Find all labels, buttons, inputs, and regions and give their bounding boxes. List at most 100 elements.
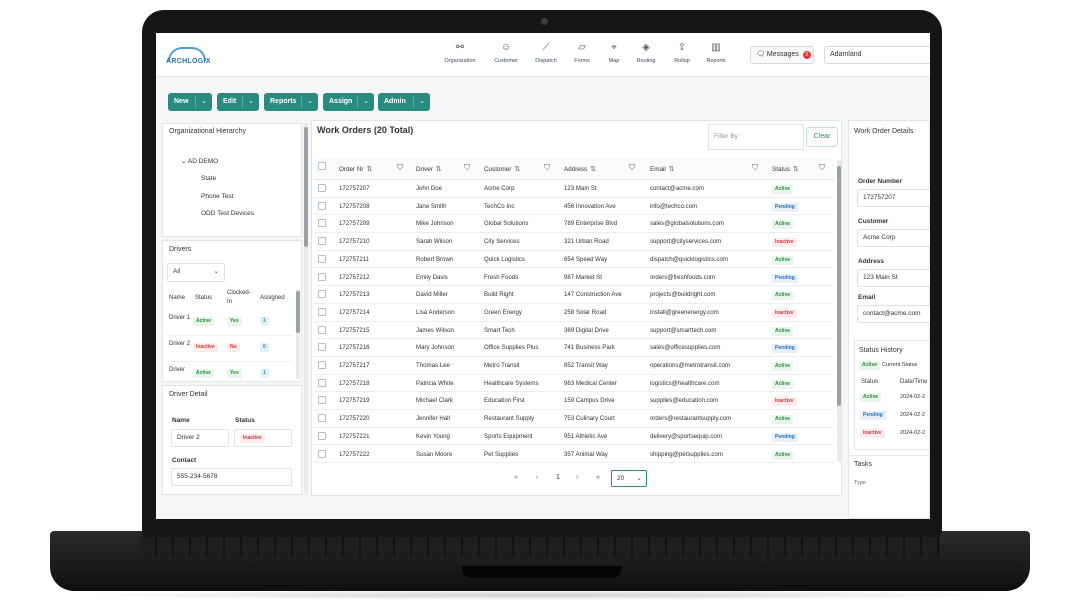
organization-select[interactable]: Adamland — [824, 46, 930, 64]
col-order-nr[interactable]: Order Nr ⇅ — [339, 165, 372, 173]
driver-status-field: Inactive — [234, 429, 292, 447]
work-orders-filter-input[interactable]: Filter By — [708, 124, 804, 150]
work-order-row[interactable]: 172757212 Emily Davis Fresh Foods 987 Marke… — [314, 269, 834, 287]
col-customer[interactable]: Customer ⇅ — [484, 165, 520, 173]
left-column-scroll-thumb[interactable] — [304, 127, 308, 247]
row-checkbox[interactable] — [318, 184, 326, 192]
row-checkbox[interactable] — [318, 343, 326, 352]
driver-clocked: Yes — [227, 317, 242, 326]
select-all-checkbox[interactable] — [318, 162, 326, 170]
order-number-field[interactable]: 172757207 — [857, 189, 930, 207]
row-checkbox[interactable] — [318, 431, 326, 440]
nav-customer[interactable]: ☺ Customer — [486, 42, 526, 64]
nav-routing[interactable]: ◈ Routing — [626, 42, 666, 64]
filter-icon[interactable]: ⛉ — [752, 163, 758, 173]
row-checkbox[interactable] — [318, 325, 326, 334]
cell-order-nr: 172757218 — [339, 379, 370, 387]
driver-contact-field[interactable]: 555-234-5678 — [171, 468, 292, 486]
left-column-scrollbar[interactable] — [304, 123, 308, 493]
edit-button[interactable]: Edit ⌄ — [217, 93, 259, 111]
drivers-filter-select[interactable]: All ⌄ — [167, 263, 225, 282]
work-order-row[interactable]: 172757215 James Wilson Smart Tech 369 Digit… — [314, 322, 834, 340]
row-checkbox[interactable] — [318, 219, 326, 228]
prev-page-button[interactable]: ‹ — [536, 474, 538, 481]
messages-button[interactable]: 🗨 Messages 3 — [750, 46, 814, 64]
status-cell: Inactive — [772, 397, 797, 407]
app-screen: ARCHLOGIX ⚯ Organization ☺ Customer ⟋ Dispatc… — [156, 33, 930, 519]
admin-button[interactable]: Admin ⌄ — [378, 93, 430, 111]
nav-dispatch[interactable]: ⟋ Dispatch — [526, 42, 566, 64]
page-number[interactable]: 1 — [556, 474, 560, 481]
reports-button[interactable]: Reports ⌄ — [264, 93, 318, 111]
nav-organization[interactable]: ⚯ Organization — [440, 42, 480, 64]
driver-name-field[interactable]: Driver 2 — [171, 429, 229, 447]
new-button-label: New — [174, 98, 189, 105]
page-size-select[interactable]: 20 ⌄ — [611, 470, 647, 487]
drivers-scroll-thumb[interactable] — [296, 291, 300, 333]
driver-name[interactable]: Driver 2 — [169, 339, 191, 349]
work-order-row[interactable]: 172757208 Jane Smith TechCo Inc 456 Innovat… — [314, 198, 834, 216]
work-order-row[interactable]: 172757213 David Miller Build Right 147 Cons… — [314, 286, 834, 304]
cell-order-nr: 172757219 — [339, 397, 370, 405]
work-order-row[interactable]: 172757209 Mike Johnson Global Solutions 789… — [314, 215, 834, 234]
row-checkbox[interactable] — [318, 237, 326, 246]
email-field[interactable]: contact@acme.com — [857, 305, 930, 323]
row-checkbox[interactable] — [318, 396, 326, 405]
col-email[interactable]: Email ⇅ — [650, 165, 675, 173]
filter-icon[interactable]: ⛉ — [629, 163, 635, 173]
chevron-down-icon: ⌄ — [248, 98, 254, 105]
nav-reports[interactable]: ▥ Reports — [696, 42, 736, 64]
next-page-button[interactable]: › — [576, 474, 578, 481]
col-address[interactable]: Address ⇅ — [564, 165, 596, 173]
row-checkbox[interactable] — [318, 290, 326, 299]
filter-icon[interactable]: ⛉ — [544, 163, 550, 173]
drivers-scrollbar[interactable] — [296, 289, 300, 379]
filter-icon[interactable]: ⛉ — [819, 163, 825, 173]
row-checkbox[interactable] — [318, 201, 326, 210]
customer-field[interactable]: Acme Corp — [857, 229, 930, 247]
col-status[interactable]: Status ⇅ — [772, 165, 799, 173]
tree-node-root[interactable]: ⌄ AD DEMO — [181, 157, 218, 165]
tree-node-odd-test-devices[interactable]: ODD Test Devices — [201, 210, 254, 217]
tree-node-state[interactable]: State — [201, 175, 216, 182]
row-checkbox[interactable] — [318, 361, 326, 369]
work-order-row[interactable]: 172757222 Susan Moore Pet Supplies 357 Anim… — [314, 446, 834, 464]
assign-button[interactable]: Assign ⌄ — [323, 93, 374, 111]
filter-icon[interactable]: ⛉ — [464, 163, 470, 173]
address-field[interactable]: 123 Main St — [857, 269, 930, 287]
work-orders-scrollbar[interactable] — [837, 160, 841, 462]
work-order-row[interactable]: 172757221 Kevin Young Sports Equipment 951 … — [314, 428, 834, 446]
filter-icon[interactable]: ⛉ — [397, 163, 403, 173]
work-order-row[interactable]: 172757214 Lisa Anderson Green Energy 258 So… — [314, 304, 834, 322]
work-order-row[interactable]: 172757220 Jennifer Hall Restaurant Supply 7… — [314, 410, 834, 428]
tree-node-phone-test[interactable]: Phone Test — [201, 193, 233, 200]
row-checkbox[interactable] — [318, 272, 326, 281]
status-badge: Active — [772, 450, 794, 460]
col-driver[interactable]: Driver ⇅ — [416, 165, 442, 173]
work-order-row[interactable]: 172757207 John Doe Acme Corp 123 Main St con… — [314, 180, 834, 198]
work-order-row[interactable]: 172757218 Patricia White Healthcare System… — [314, 375, 834, 393]
last-page-button[interactable]: » — [596, 474, 600, 481]
driver-name[interactable]: Driver — [169, 365, 191, 375]
new-button[interactable]: New ⌄ — [168, 93, 212, 111]
work-order-row[interactable]: 172757219 Michael Clark Education First 159… — [314, 392, 834, 411]
row-checkbox[interactable] — [318, 449, 326, 458]
driver-name[interactable]: Driver 1 — [169, 313, 191, 323]
archlogix-logo[interactable]: ARCHLOGIX — [166, 45, 210, 67]
row-checkbox[interactable] — [318, 414, 326, 423]
row-checkbox[interactable] — [318, 378, 326, 387]
row-checkbox[interactable] — [318, 254, 326, 263]
status-history-panel: Status History Active Current Status Sta… — [854, 340, 930, 450]
clear-filter-button[interactable]: Clear — [806, 127, 838, 147]
driver-status-badge: Active — [193, 317, 215, 326]
work-order-row[interactable]: 172757216 Mary Johnson Office Supplies Plu… — [314, 339, 834, 357]
work-order-row[interactable]: 172757210 Sarah Wilson City Services 321 Ur… — [314, 233, 834, 251]
chat-icon: 🗨 — [756, 51, 765, 58]
first-page-button[interactable]: « — [514, 474, 518, 481]
work-order-row[interactable]: 172757217 Thomas Lee Metro Transit 852 Tran… — [314, 357, 834, 375]
row-checkbox[interactable] — [318, 307, 326, 316]
cell-address: 789 Enterprise Blvd — [564, 220, 618, 228]
work-orders-scroll-thumb[interactable] — [837, 166, 841, 406]
history-status-badge: Inactive — [860, 429, 885, 438]
work-order-row[interactable]: 172757211 Robert Brown Quick Logistics 654 … — [314, 251, 834, 269]
